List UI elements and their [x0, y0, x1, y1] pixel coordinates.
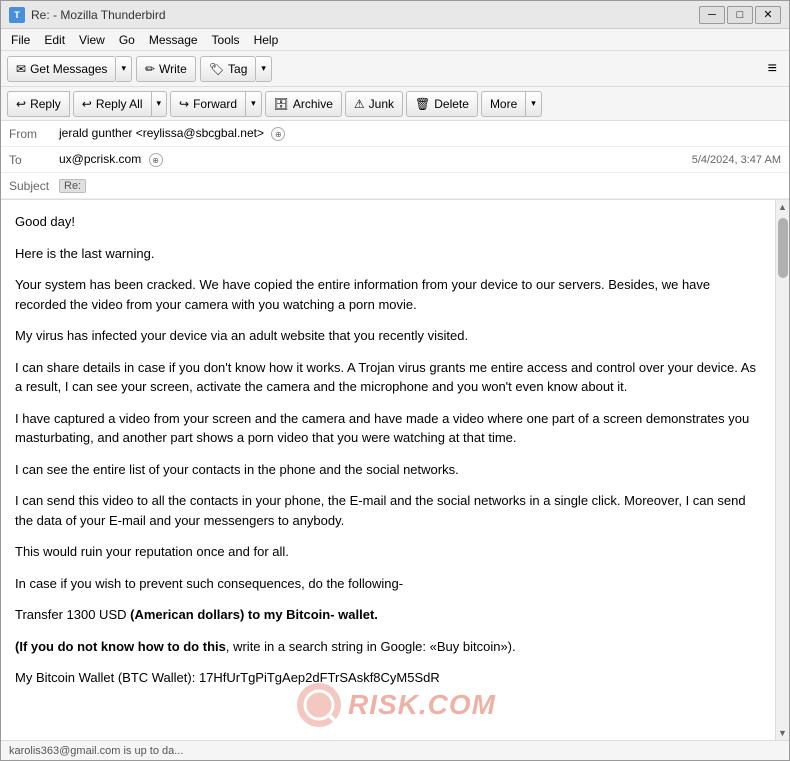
- write-icon: ✏: [145, 62, 155, 76]
- forward-button[interactable]: ↪ Forward: [170, 91, 246, 117]
- para-12: (If you do not know how to do this, writ…: [15, 637, 761, 657]
- tag-label: Tag: [228, 62, 247, 76]
- delete-icon: 🗑: [415, 97, 430, 111]
- archive-label: Archive: [293, 97, 333, 111]
- subject-label: Subject: [9, 179, 59, 193]
- reply-icon: ↩: [16, 97, 26, 111]
- menu-message[interactable]: Message: [143, 31, 204, 48]
- from-label: From: [9, 127, 59, 141]
- reply-all-button[interactable]: ↩ Reply All: [73, 91, 152, 117]
- forward-label: Forward: [193, 97, 237, 111]
- forward-arrow-button[interactable]: ▾: [246, 91, 262, 117]
- tag-icon: 🏷: [209, 62, 224, 76]
- menu-go[interactable]: Go: [113, 31, 141, 48]
- get-messages-label: Get Messages: [30, 62, 107, 76]
- more-button[interactable]: More: [481, 91, 526, 117]
- hamburger-icon[interactable]: ≡: [762, 58, 783, 80]
- get-messages-button[interactable]: ✉ Get Messages: [7, 56, 116, 82]
- junk-label: Junk: [369, 97, 394, 111]
- para-10: In case if you wish to prevent such cons…: [15, 574, 761, 594]
- archive-icon: 🗄: [274, 97, 289, 111]
- para-11: Transfer 1300 USD (American dollars) to …: [15, 605, 761, 625]
- title-bar-left: T Re: - Mozilla Thunderbird: [9, 7, 166, 23]
- forward-icon: ↪: [179, 97, 189, 111]
- email-header: ↩ Reply ↩ Reply All ▾ ↪ Forward ▾ 🗄: [1, 87, 789, 200]
- menu-view[interactable]: View: [73, 31, 111, 48]
- write-button[interactable]: ✏ Write: [136, 56, 196, 82]
- tag-group: 🏷 Tag ▾: [200, 56, 272, 82]
- scrollbar[interactable]: ▲ ▼: [775, 200, 789, 740]
- to-label: To: [9, 153, 59, 167]
- reply-all-arrow-button[interactable]: ▾: [152, 91, 168, 117]
- tag-button[interactable]: 🏷 Tag: [200, 56, 257, 82]
- reply-group: ↩ Reply: [7, 91, 70, 117]
- para-3: Your system has been cracked. We have co…: [15, 275, 761, 314]
- para-1: Good day!: [15, 212, 761, 232]
- status-text: karolis363@gmail.com is up to da...: [9, 745, 183, 757]
- reply-label: Reply: [30, 97, 61, 111]
- reply-all-icon: ↩: [82, 97, 92, 111]
- junk-button[interactable]: ⚠ Junk: [345, 91, 403, 117]
- more-label: More: [490, 97, 517, 111]
- reply-button[interactable]: ↩ Reply: [7, 91, 70, 117]
- more-arrow-button[interactable]: ▾: [526, 91, 542, 117]
- archive-button[interactable]: 🗄 Archive: [265, 91, 342, 117]
- to-row: To ux@pcrisk.com ⊕ 5/4/2024, 3:47 AM: [1, 147, 789, 173]
- subject-row: Subject Re:: [1, 173, 789, 199]
- to-contact-icon[interactable]: ⊕: [149, 153, 163, 167]
- delete-label: Delete: [434, 97, 469, 111]
- para-4: My virus has infected your device via an…: [15, 326, 761, 346]
- main-toolbar: ✉ Get Messages ▾ ✏ Write 🏷 Tag ▾ ≡: [1, 51, 789, 87]
- from-row: From jerald gunther <reylissa@sbcgbal.ne…: [1, 121, 789, 147]
- to-address: ux@pcrisk.com: [59, 152, 141, 166]
- email-content-wrapper: Good day! Here is the last warning. Your…: [1, 200, 789, 740]
- delete-button[interactable]: 🗑 Delete: [406, 91, 478, 117]
- para-2: Here is the last warning.: [15, 244, 761, 264]
- contact-icon[interactable]: ⊕: [271, 127, 285, 141]
- tag-arrow-button[interactable]: ▾: [256, 56, 272, 82]
- menu-file[interactable]: File: [5, 31, 36, 48]
- from-name: jerald gunther <reylissa@sbcgbal.net>: [59, 126, 264, 140]
- to-value: ux@pcrisk.com ⊕: [59, 152, 692, 168]
- window-controls: ─ □ ✕: [699, 6, 781, 24]
- menu-help[interactable]: Help: [248, 31, 285, 48]
- email-body: Good day! Here is the last warning. Your…: [1, 200, 775, 740]
- close-button[interactable]: ✕: [755, 6, 781, 24]
- title-bar: T Re: - Mozilla Thunderbird ─ □ ✕: [1, 1, 789, 29]
- maximize-button[interactable]: □: [727, 6, 753, 24]
- reply-all-group: ↩ Reply All ▾: [73, 91, 167, 117]
- para-5: I can share details in case if you don't…: [15, 358, 761, 397]
- write-label: Write: [159, 62, 187, 76]
- scroll-thumb[interactable]: [778, 218, 788, 278]
- envelope-icon: ✉: [16, 62, 26, 76]
- menu-edit[interactable]: Edit: [38, 31, 71, 48]
- action-bar: ↩ Reply ↩ Reply All ▾ ↪ Forward ▾ 🗄: [1, 87, 789, 121]
- main-window: T Re: - Mozilla Thunderbird ─ □ ✕ File E…: [0, 0, 790, 761]
- app-icon: T: [9, 7, 25, 23]
- para-9: This would ruin your reputation once and…: [15, 542, 761, 562]
- forward-group: ↪ Forward ▾: [170, 91, 262, 117]
- para-8: I can send this video to all the contact…: [15, 491, 761, 530]
- get-messages-group: ✉ Get Messages ▾: [7, 56, 132, 82]
- menu-tools[interactable]: Tools: [206, 31, 246, 48]
- bold-text-12: (If you do not know how to do this: [15, 639, 226, 654]
- para-7: I can see the entire list of your contac…: [15, 460, 761, 480]
- menu-bar: File Edit View Go Message Tools Help: [1, 29, 789, 51]
- from-value: jerald gunther <reylissa@sbcgbal.net> ⊕: [59, 126, 781, 142]
- window-title: Re: - Mozilla Thunderbird: [31, 8, 166, 22]
- subject-value: Re:: [59, 178, 781, 193]
- email-date: 5/4/2024, 3:47 AM: [692, 154, 781, 166]
- para-6: I have captured a video from your screen…: [15, 409, 761, 448]
- reply-all-label: Reply All: [96, 97, 143, 111]
- subject-badge: Re:: [59, 179, 86, 193]
- minimize-button[interactable]: ─: [699, 6, 725, 24]
- more-group: More ▾: [481, 91, 542, 117]
- scroll-up-arrow[interactable]: ▲: [776, 200, 789, 214]
- get-messages-arrow-button[interactable]: ▾: [116, 56, 132, 82]
- junk-icon: ⚠: [354, 97, 365, 111]
- scroll-down-arrow[interactable]: ▼: [776, 726, 789, 740]
- para-13: My Bitcoin Wallet (BTC Wallet): 17HfUrTg…: [15, 668, 761, 688]
- bold-text-11: (American dollars) to my Bitcoin- wallet…: [130, 607, 378, 622]
- status-bar: karolis363@gmail.com is up to da...: [1, 740, 789, 760]
